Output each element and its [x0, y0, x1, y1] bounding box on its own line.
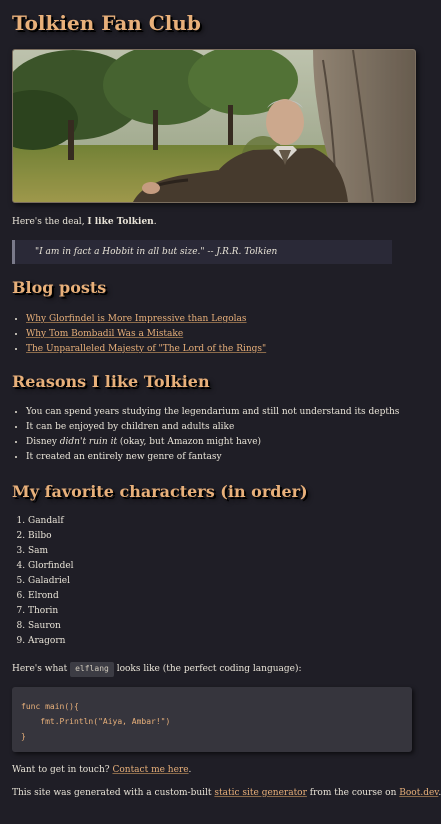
disney-suffix: (okay, but Amazon might have): [117, 437, 262, 447]
list-item: Why Tom Bombadil Was a Mistake: [26, 327, 431, 342]
list-item: It can be enjoyed by children and adults…: [26, 420, 431, 435]
inline-code: elflang: [70, 662, 114, 677]
blog-list: Why Glorfindel is More Impressive than L…: [14, 312, 431, 357]
intro-bold: I like Tolkien: [87, 217, 154, 227]
disney-prefix: Disney: [26, 437, 60, 447]
elflang-prefix: Here's what: [12, 664, 71, 674]
elflang-suffix: looks like (the perfect coding language)…: [113, 664, 302, 674]
disney-em: didn't ruin it: [59, 437, 118, 447]
characters-list: Gandalf Bilbo Sam Glorfindel Galadriel E…: [14, 514, 433, 649]
contact-link[interactable]: Contact me here: [112, 765, 188, 775]
contact-text: Want to get in touch? Contact me here.: [12, 764, 422, 776]
bootdev-link[interactable]: Boot.dev: [399, 788, 438, 798]
page-title: Tolkien Fan Club: [12, 11, 201, 35]
list-item: Aragorn: [28, 634, 433, 649]
blockquote: "I am in fact a Hobbit in all but size."…: [12, 240, 392, 264]
blog-post-link-1[interactable]: Why Glorfindel is More Impressive than L…: [26, 314, 247, 324]
reasons-heading: Reasons I like Tolkien: [12, 372, 210, 391]
elflang-text: Here's what elflang looks like (the perf…: [12, 662, 422, 677]
reasons-list: You can spend years studying the legenda…: [14, 405, 431, 465]
footer-prefix: This site was generated with a custom-bu…: [12, 788, 215, 798]
ssg-link[interactable]: static site generator: [214, 788, 307, 798]
list-item: Why Glorfindel is More Impressive than L…: [26, 312, 431, 327]
hero-image: [12, 49, 416, 203]
footer-middle: from the course on: [306, 788, 400, 798]
list-item: It created an entirely new genre of fant…: [26, 450, 431, 465]
page: Tolkien Fan Club Here's the deal, I like…: [0, 0, 441, 824]
list-item: Bilbo: [28, 529, 433, 544]
list-item: Thorin: [28, 604, 433, 619]
list-item: Galadriel: [28, 574, 433, 589]
code-line-3: }: [21, 732, 26, 741]
intro-prefix: Here's the deal,: [12, 217, 88, 227]
list-item: You can spend years studying the legenda…: [26, 405, 431, 420]
code-block: func main(){ fmt.Println("Aiya, Ambar!")…: [12, 687, 412, 752]
contact-prefix: Want to get in touch?: [12, 765, 113, 775]
list-item: Glorfindel: [28, 559, 433, 574]
blog-post-link-2[interactable]: Why Tom Bombadil Was a Mistake: [26, 329, 183, 339]
list-item: Gandalf: [28, 514, 433, 529]
code-line-1: func main(){: [21, 702, 79, 711]
blog-heading: Blog posts: [12, 278, 107, 297]
list-item: Elrond: [28, 589, 433, 604]
code-line-2: fmt.Println("Aiya, Ambar!"): [21, 717, 171, 726]
list-item: Sauron: [28, 619, 433, 634]
list-item: Disney didn't ruin it (okay, but Amazon …: [26, 435, 431, 450]
list-item: Sam: [28, 544, 433, 559]
characters-heading: My favorite characters (in order): [12, 482, 308, 501]
footer-text: This site was generated with a custom-bu…: [12, 787, 441, 799]
intro-text: Here's the deal, I like Tolkien.: [12, 216, 422, 228]
intro-suffix: .: [153, 217, 157, 227]
contact-suffix: .: [188, 765, 192, 775]
blog-post-link-3[interactable]: The Unparalleled Majesty of "The Lord of…: [26, 344, 266, 354]
list-item: The Unparalleled Majesty of "The Lord of…: [26, 342, 431, 357]
